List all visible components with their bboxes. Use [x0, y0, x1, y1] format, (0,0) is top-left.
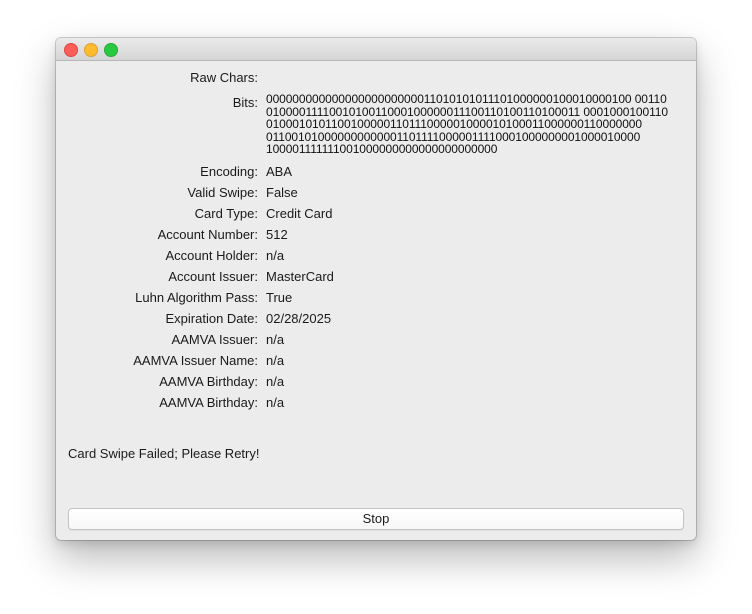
aamva-issuer-label: AAMVA Issuer: [171, 332, 258, 347]
encoding-row: Encoding: ABA [56, 164, 696, 182]
aamva-issuer-name-value: n/a [266, 353, 285, 368]
account-number-value: 512 [266, 227, 288, 242]
account-holder-label: Account Holder: [165, 248, 259, 263]
aamva-birthday-label: AAMVA Birthday: [159, 395, 258, 410]
status-message: Card Swipe Failed; Please Retry! [68, 446, 260, 461]
account-number-row: Account Number: 512 [56, 227, 696, 245]
expiration-value: 02/28/2025 [266, 311, 332, 326]
minimize-window-button[interactable] [84, 43, 98, 57]
bits-line: 0100010101100100000110111000001000010100… [266, 117, 642, 131]
card-type-label: Card Type: [194, 206, 258, 221]
valid-swipe-value: False [266, 185, 298, 200]
bits-line: 0000000000000000000000001101010101110100… [266, 92, 667, 106]
account-holder-value: n/a [266, 248, 285, 263]
expiration-row: Expiration Date: 02/28/2025 [56, 311, 696, 329]
luhn-value: True [266, 290, 293, 305]
stop-button[interactable]: Stop [68, 508, 684, 530]
aamva-birthday-label: AAMVA Birthday: [159, 374, 258, 389]
card-type-value: Credit Card [266, 206, 333, 221]
encoding-label: Encoding: [200, 164, 258, 179]
aamva-issuer-name-row: AAMVA Issuer Name: n/a [56, 353, 696, 371]
luhn-label: Luhn Algorithm Pass: [135, 290, 258, 305]
aamva-birthday-value: n/a [266, 374, 285, 389]
aamva-issuer-value: n/a [266, 332, 285, 347]
aamva-issuer-row: AAMVA Issuer: n/a [56, 332, 696, 350]
aamva-birthday-value: n/a [266, 395, 285, 410]
raw-chars-row: Raw Chars: [56, 70, 696, 88]
card-type-row: Card Type: Credit Card [56, 206, 696, 224]
account-number-label: Account Number: [157, 227, 258, 242]
aamva-birthday-row: AAMVA Birthday: n/a [56, 374, 696, 392]
account-issuer-row: Account Issuer: MasterCard [56, 269, 696, 287]
encoding-value: ABA [266, 164, 293, 179]
expiration-label: Expiration Date: [165, 311, 259, 326]
account-holder-row: Account Holder: n/a [56, 248, 696, 266]
valid-swipe-label: Valid Swipe: [187, 185, 258, 200]
bits-label: Bits: [232, 95, 258, 110]
account-issuer-label: Account Issuer: [168, 269, 258, 284]
aamva-birthday-row: AAMVA Birthday: n/a [56, 395, 696, 413]
aamva-issuer-name-label: AAMVA Issuer Name: [133, 353, 258, 368]
luhn-row: Luhn Algorithm Pass: True [56, 290, 696, 308]
title-bar [56, 38, 696, 61]
valid-swipe-row: Valid Swipe: False [56, 185, 696, 203]
raw-chars-label: Raw Chars: [190, 70, 258, 85]
bits-value: 0000000000000000000000001101010101110100… [266, 92, 668, 156]
zoom-window-button[interactable] [104, 43, 118, 57]
close-window-button[interactable] [64, 43, 78, 57]
app-window: Raw Chars: Bits: 00000000000000000000000… [56, 38, 696, 540]
bits-line: 100001111111001000000000000000000000 [266, 142, 498, 156]
account-issuer-value: MasterCard [266, 269, 334, 284]
